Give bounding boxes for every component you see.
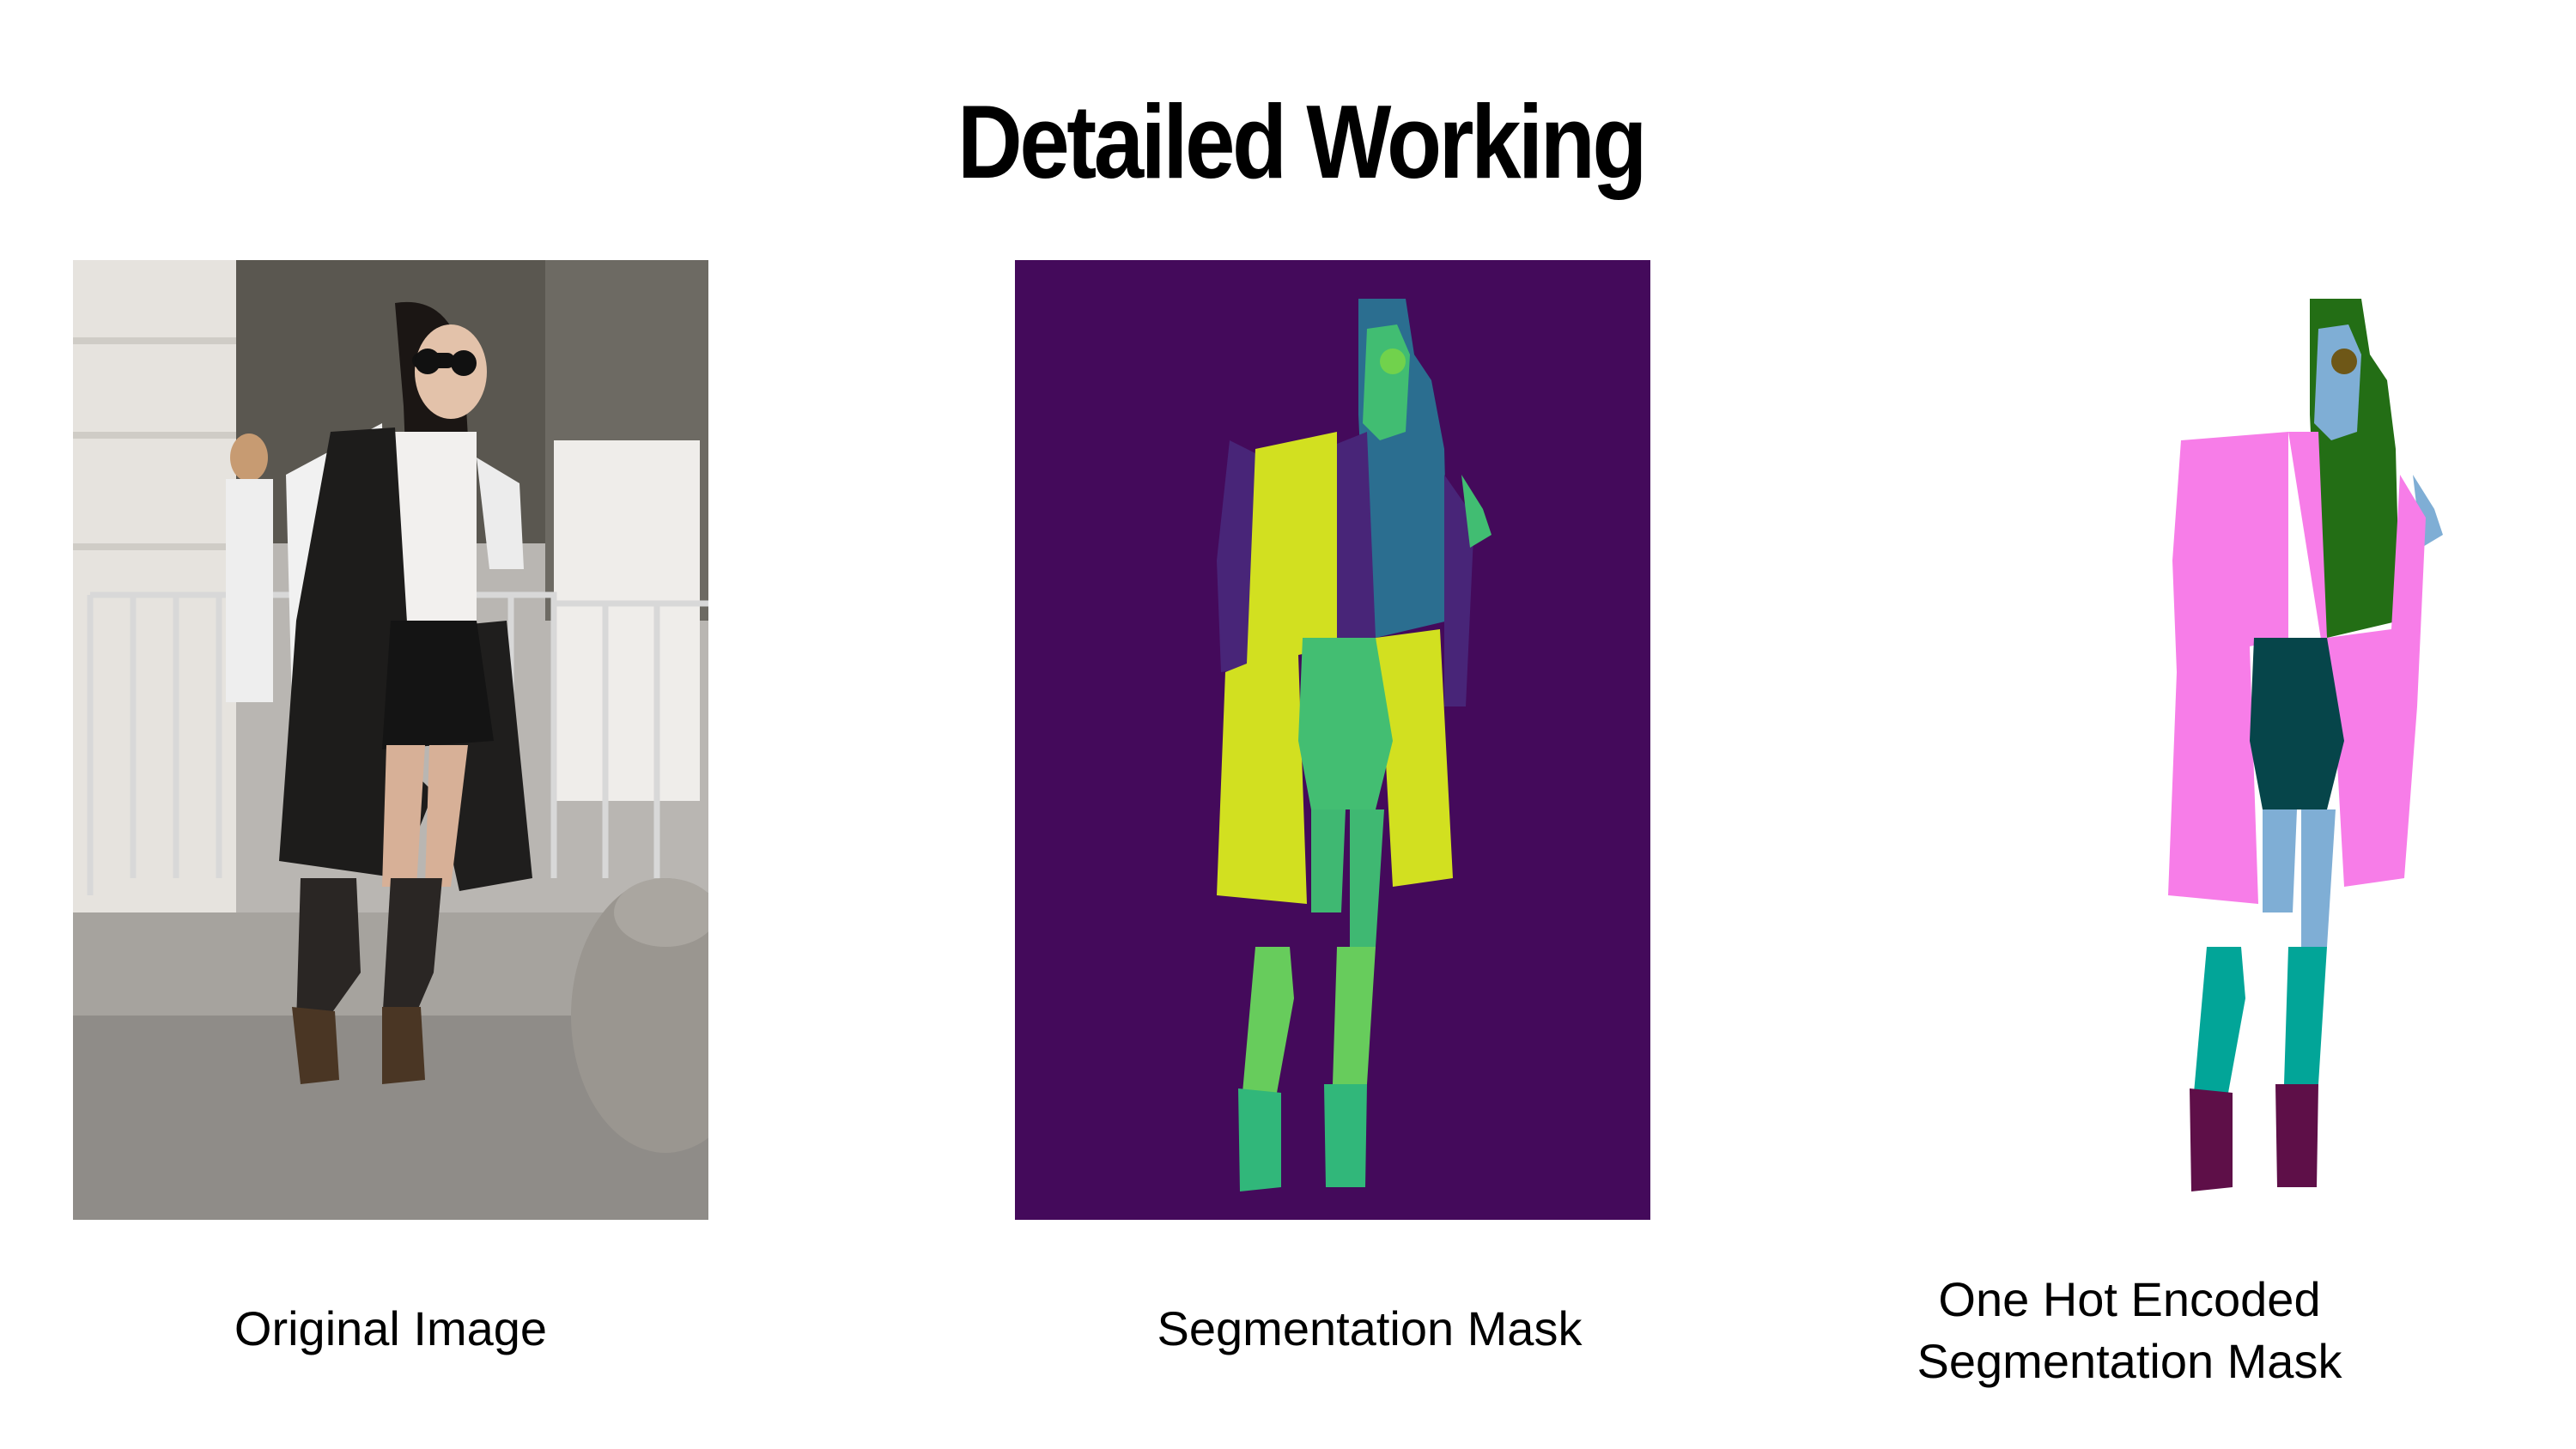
onehot-leg-left [2263, 809, 2297, 912]
caption-original-image: Original Image [234, 1301, 548, 1355]
mask-skin [1363, 324, 1410, 440]
caption-segmentation-mask: Segmentation Mask [1157, 1301, 1583, 1355]
mask-skirt [1298, 638, 1393, 809]
onehot-shoe-right [2275, 1084, 2318, 1187]
mask-leg-left [1311, 809, 1346, 912]
segmentation-mask [1015, 260, 1650, 1220]
one-hot-encoded-mask [1966, 260, 2576, 1220]
onehot-glasses [2331, 349, 2357, 374]
mask-shoe-right [1324, 1084, 1367, 1187]
mask-glasses [1380, 349, 1406, 374]
original-image [73, 260, 708, 1220]
onehot-skirt [2250, 638, 2344, 809]
onehot-shoe-left [2190, 1088, 2233, 1191]
onehot-face [2314, 324, 2361, 440]
caption-line-2: Segmentation Mask [1917, 1334, 2342, 1388]
mask-shoe-left [1238, 1088, 1281, 1191]
caption-one-hot-encoded-mask: One Hot Encoded Segmentation Mask [1872, 1269, 2387, 1392]
caption-line-1: One Hot Encoded [1938, 1272, 2321, 1326]
page-title: Detailed Working [957, 83, 1647, 200]
